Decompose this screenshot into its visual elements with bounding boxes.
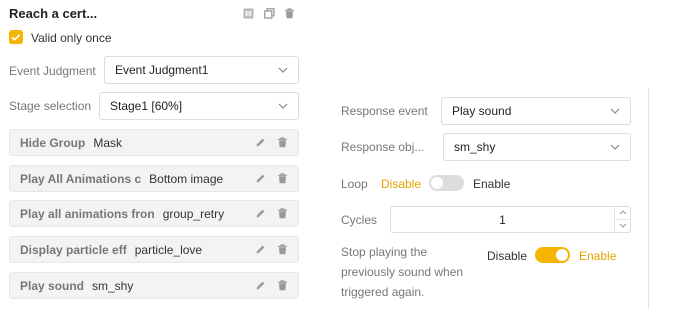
trash-icon[interactable] — [284, 8, 295, 19]
stop-enable-label: Enable — [579, 249, 617, 263]
action-row[interactable]: Play sound sm_shy — [9, 272, 299, 299]
edit-icon[interactable] — [255, 280, 266, 291]
trash-icon[interactable] — [277, 244, 288, 255]
stage-selection-label: Stage selection — [9, 99, 92, 113]
increment-button[interactable] — [615, 207, 630, 220]
copy-icon[interactable] — [264, 8, 275, 19]
stop-previous-toggle[interactable] — [535, 247, 570, 263]
cycles-input[interactable]: 1 — [390, 206, 631, 233]
action-row[interactable]: Play All Animations c Bottom image — [9, 165, 299, 192]
chevron-down-icon — [278, 67, 288, 73]
event-judgment-value: Event Judgment1 — [115, 63, 209, 77]
response-event-value: Play sound — [452, 104, 512, 118]
panel-title: Reach a cert... — [9, 6, 98, 21]
action-row[interactable]: Hide Group Mask — [9, 129, 299, 156]
trash-icon[interactable] — [277, 173, 288, 184]
stage-selection-value: Stage1 [60%] — [110, 99, 183, 113]
response-object-select[interactable]: sm_shy — [443, 133, 631, 161]
action-target: group_retry — [162, 206, 225, 221]
trash-icon[interactable] — [277, 208, 288, 219]
cycles-label: Cycles — [341, 213, 378, 227]
response-event-label: Response event — [341, 104, 428, 118]
toggle-knob — [556, 249, 568, 261]
action-row[interactable]: Play all animations fron group_retry — [9, 200, 299, 227]
action-target: particle_love — [134, 242, 203, 257]
trash-icon[interactable] — [277, 280, 288, 291]
cycles-value: 1 — [499, 213, 506, 227]
edit-icon[interactable] — [255, 137, 266, 148]
action-target: Mask — [93, 135, 123, 150]
action-type: Play sound — [20, 278, 85, 293]
stage-selection-select[interactable]: Stage1 [60%] — [99, 92, 299, 120]
edit-icon[interactable] — [255, 208, 266, 219]
loop-toggle[interactable] — [429, 175, 464, 191]
decrement-button[interactable] — [615, 220, 630, 233]
action-target: sm_shy — [92, 278, 134, 293]
action-type: Hide Group — [20, 135, 86, 150]
edit-icon[interactable] — [255, 244, 266, 255]
response-event-select[interactable]: Play sound — [441, 97, 631, 125]
action-type: Display particle eff — [20, 242, 127, 257]
trash-icon[interactable] — [277, 137, 288, 148]
toggle-knob — [431, 177, 443, 189]
chevron-down-icon — [278, 103, 288, 109]
event-judgment-select[interactable]: Event Judgment1 — [104, 56, 299, 84]
loop-disable-label: Disable — [381, 177, 422, 191]
action-type: Play All Animations c — [20, 171, 142, 186]
edit-icon[interactable] — [255, 173, 266, 184]
loop-label: Loop — [341, 177, 368, 191]
stop-previous-label: Stop playing the previously sound when t… — [341, 245, 464, 299]
valid-once-checkbox[interactable] — [9, 30, 23, 44]
chevron-down-icon — [610, 144, 620, 150]
loop-enable-label: Enable — [473, 177, 511, 191]
event-judgment-label: Event Judgment — [9, 64, 96, 78]
valid-once-label: Valid only once — [31, 31, 112, 45]
action-row[interactable]: Display particle eff particle_love — [9, 236, 299, 263]
response-object-value: sm_shy — [454, 140, 496, 154]
stop-disable-label: Disable — [487, 249, 528, 263]
chevron-down-icon — [610, 108, 620, 114]
hash-icon[interactable] — [243, 8, 254, 19]
action-target: Bottom image — [149, 171, 224, 186]
action-type: Play all animations fron — [20, 206, 155, 221]
response-object-label: Response obj... — [341, 140, 425, 154]
panel-divider — [648, 88, 649, 308]
